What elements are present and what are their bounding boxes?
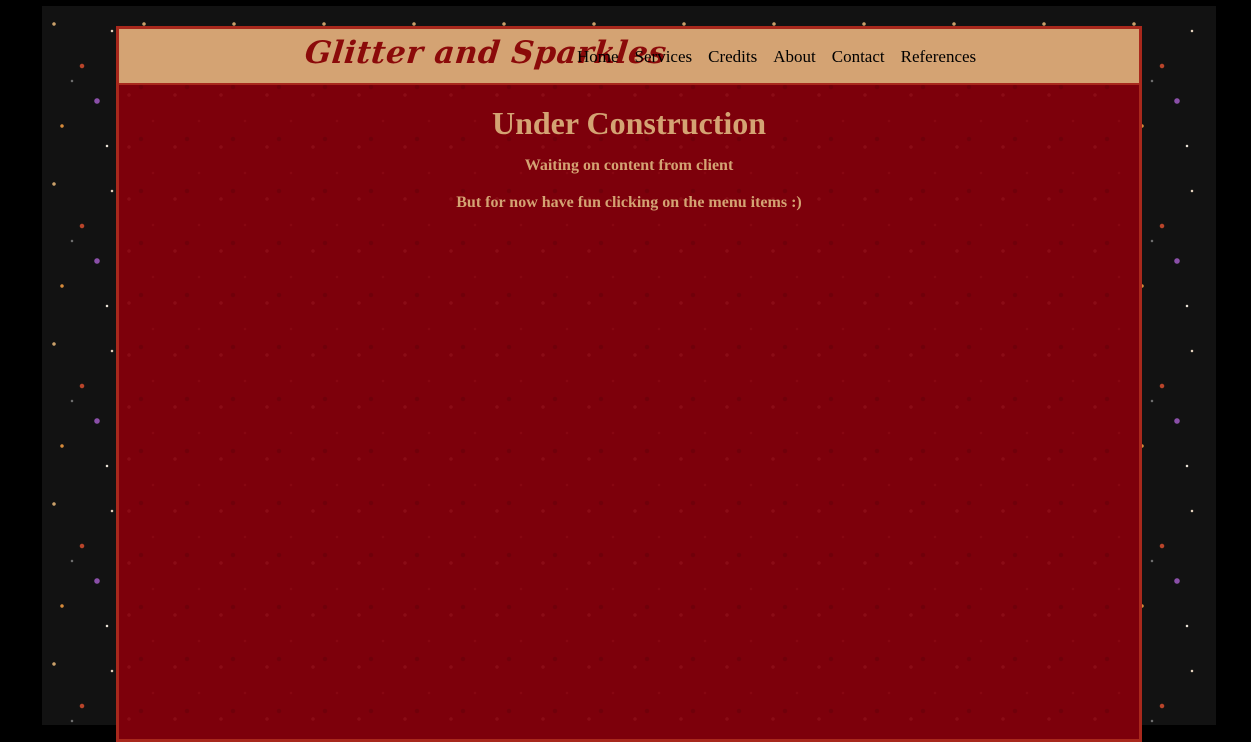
- main-nav: Home Services Credits About Contact Refe…: [577, 47, 976, 67]
- nav-references[interactable]: References: [901, 47, 977, 67]
- nav-services[interactable]: Services: [635, 47, 693, 67]
- nav-credits[interactable]: Credits: [708, 47, 757, 67]
- site-header: Glitter and Sparkles Home Services Credi…: [119, 29, 1139, 85]
- page-content: Under Construction Waiting on content fr…: [119, 85, 1139, 212]
- info-message: But for now have fun clicking on the men…: [456, 194, 802, 211]
- page-title: Under Construction: [491, 105, 767, 141]
- nav-about[interactable]: About: [773, 47, 816, 67]
- nav-home[interactable]: Home: [577, 47, 619, 67]
- nav-contact[interactable]: Contact: [832, 47, 885, 67]
- main-container: Glitter and Sparkles Home Services Credi…: [116, 26, 1142, 742]
- status-message: Waiting on content from client: [524, 157, 734, 174]
